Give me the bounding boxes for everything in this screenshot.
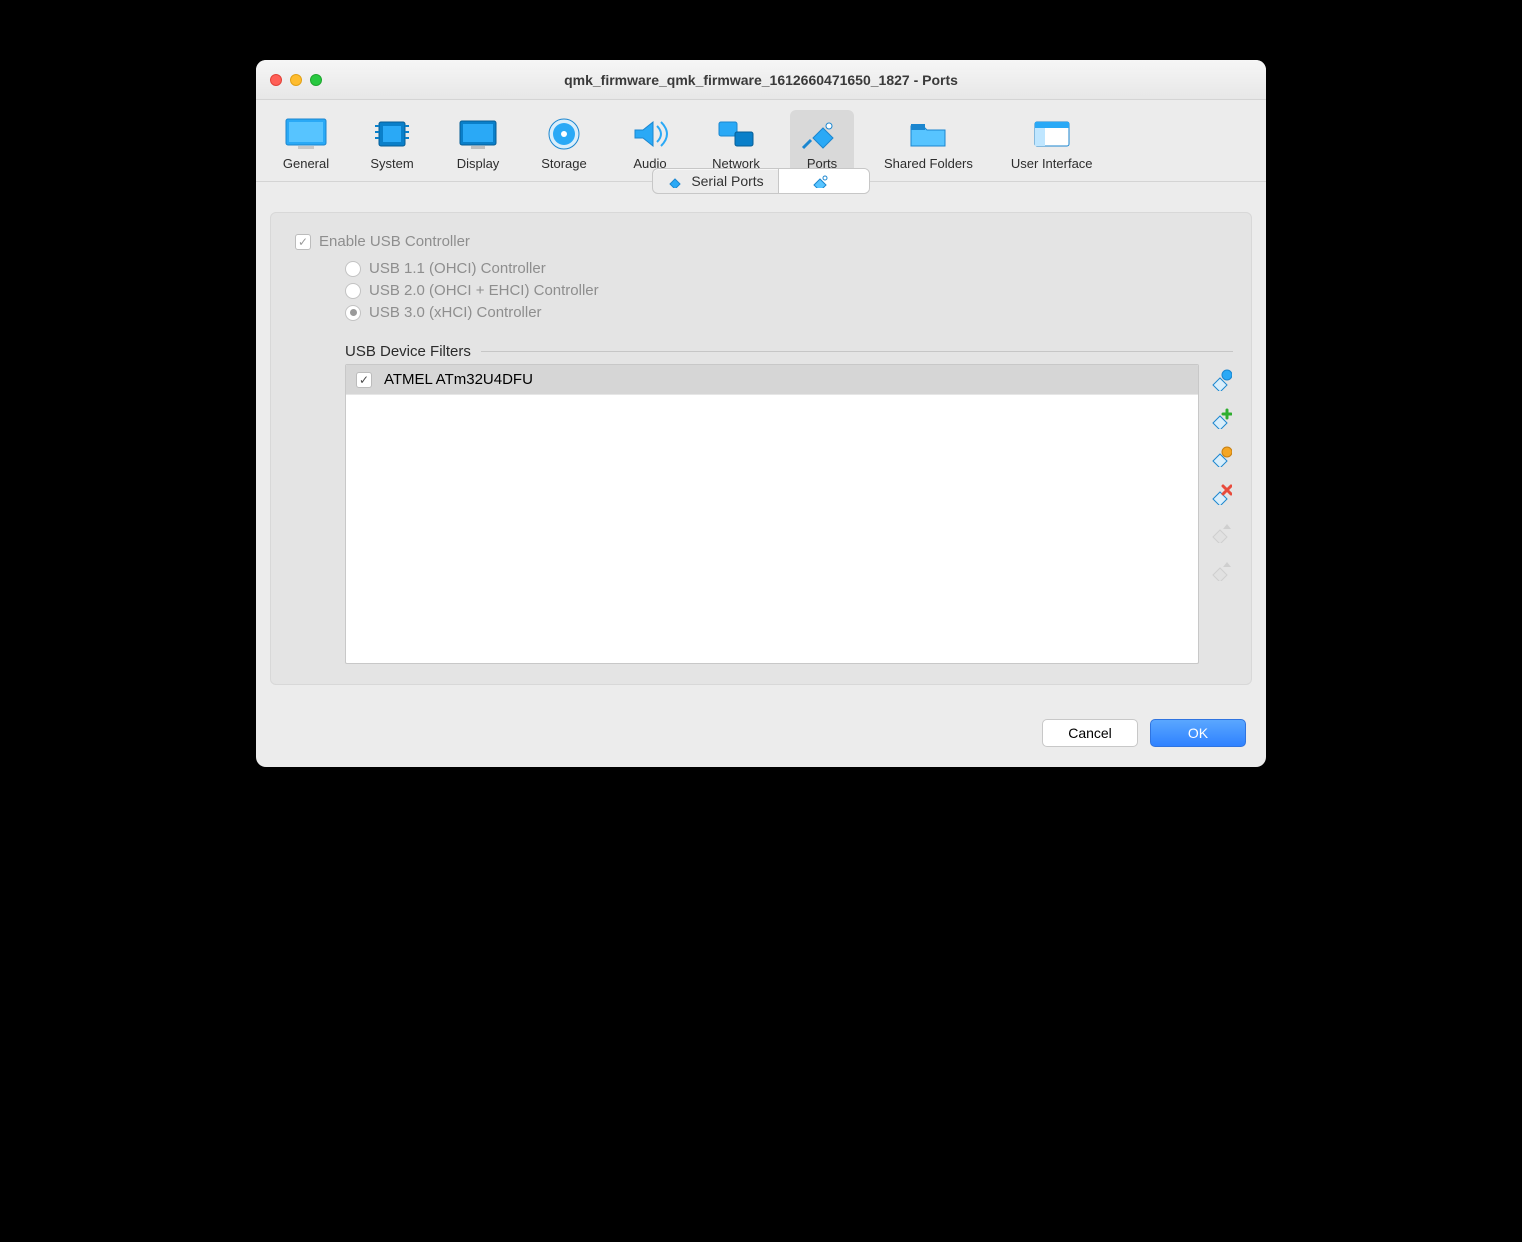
disk-icon xyxy=(541,116,587,152)
tab-label: User Interface xyxy=(1011,156,1093,171)
titlebar[interactable]: qmk_firmware_qmk_firmware_1612660471650_… xyxy=(256,60,1266,100)
add-from-device-button[interactable] xyxy=(1209,406,1233,430)
content-area: Serial Ports Enable USB Controller USB 1… xyxy=(256,182,1266,703)
tab-label: Storage xyxy=(541,156,587,171)
tab-label: Shared Folders xyxy=(884,156,973,171)
filter-item[interactable]: ATMEL ATm32U4DFU xyxy=(346,365,1198,395)
enable-usb-label: Enable USB Controller xyxy=(319,233,470,250)
settings-window: qmk_firmware_qmk_firmware_1612660471650_… xyxy=(256,60,1266,767)
filter-label: ATMEL ATm32U4DFU xyxy=(384,371,533,388)
plug-icon xyxy=(799,116,845,152)
cancel-button[interactable]: Cancel xyxy=(1042,719,1138,747)
folder-icon xyxy=(905,116,951,152)
edit-filter-button[interactable] xyxy=(1209,444,1233,468)
tab-audio[interactable]: Audio xyxy=(618,110,682,175)
radio-icon xyxy=(345,305,361,321)
remove-filter-button[interactable] xyxy=(1209,482,1233,506)
radio-usb11[interactable]: USB 1.1 (OHCI) Controller xyxy=(345,260,1233,277)
radio-label: USB 3.0 (xHCI) Controller xyxy=(369,304,542,321)
radio-label: USB 1.1 (OHCI) Controller xyxy=(369,260,546,277)
button-label: OK xyxy=(1188,725,1208,741)
tab-display[interactable]: Display xyxy=(446,110,510,175)
speaker-icon xyxy=(627,116,673,152)
tab-storage[interactable]: Storage xyxy=(532,110,596,175)
move-filter-up-button[interactable] xyxy=(1209,520,1233,544)
usb-panel: Enable USB Controller USB 1.1 (OHCI) Con… xyxy=(270,212,1252,685)
tab-user-interface[interactable]: User Interface xyxy=(1003,110,1101,175)
radio-usb20[interactable]: USB 2.0 (OHCI + EHCI) Controller xyxy=(345,282,1233,299)
network-icon xyxy=(713,116,759,152)
tab-label: General xyxy=(283,156,329,171)
move-filter-down-button[interactable] xyxy=(1209,558,1233,582)
tab-shared-folders[interactable]: Shared Folders xyxy=(876,110,981,175)
radio-icon xyxy=(345,283,361,299)
radio-label: USB 2.0 (OHCI + EHCI) Controller xyxy=(369,282,599,299)
tab-system[interactable]: System xyxy=(360,110,424,175)
radio-icon xyxy=(345,261,361,277)
tab-label: System xyxy=(370,156,413,171)
button-label: Cancel xyxy=(1068,725,1112,741)
segment-usb[interactable] xyxy=(779,169,869,193)
display-icon xyxy=(455,116,501,152)
divider xyxy=(481,351,1233,352)
enable-usb-row: Enable USB Controller xyxy=(295,233,1233,250)
window-layout-icon xyxy=(1029,116,1075,152)
filters-title-text: USB Device Filters xyxy=(345,343,471,360)
ok-button[interactable]: OK xyxy=(1150,719,1246,747)
tab-ports[interactable]: Ports xyxy=(790,110,854,175)
add-empty-filter-button[interactable] xyxy=(1209,368,1233,392)
window-title: qmk_firmware_qmk_firmware_1612660471650_… xyxy=(256,72,1266,88)
usb-filters-list[interactable]: ATMEL ATm32U4DFU xyxy=(345,364,1199,664)
filters-section-title: USB Device Filters xyxy=(345,343,1233,360)
filter-checkbox[interactable] xyxy=(356,372,372,388)
tab-network[interactable]: Network xyxy=(704,110,768,175)
chip-icon xyxy=(369,116,415,152)
usb-controller-radios: USB 1.1 (OHCI) Controller USB 2.0 (OHCI … xyxy=(345,260,1233,321)
filters-row: ATMEL ATm32U4DFU xyxy=(345,364,1233,664)
enable-usb-checkbox[interactable] xyxy=(295,234,311,250)
segment-serial-ports[interactable]: Serial Ports xyxy=(653,169,778,193)
filter-action-buttons xyxy=(1209,364,1233,664)
tab-label: Display xyxy=(457,156,500,171)
usb-plug-icon xyxy=(812,174,830,188)
radio-usb30[interactable]: USB 3.0 (xHCI) Controller xyxy=(345,304,1233,321)
tab-general[interactable]: General xyxy=(274,110,338,175)
serial-plug-icon xyxy=(667,174,685,188)
monitor-icon xyxy=(283,116,329,152)
dialog-footer: Cancel OK xyxy=(256,703,1266,767)
segment-label: Serial Ports xyxy=(691,173,763,189)
